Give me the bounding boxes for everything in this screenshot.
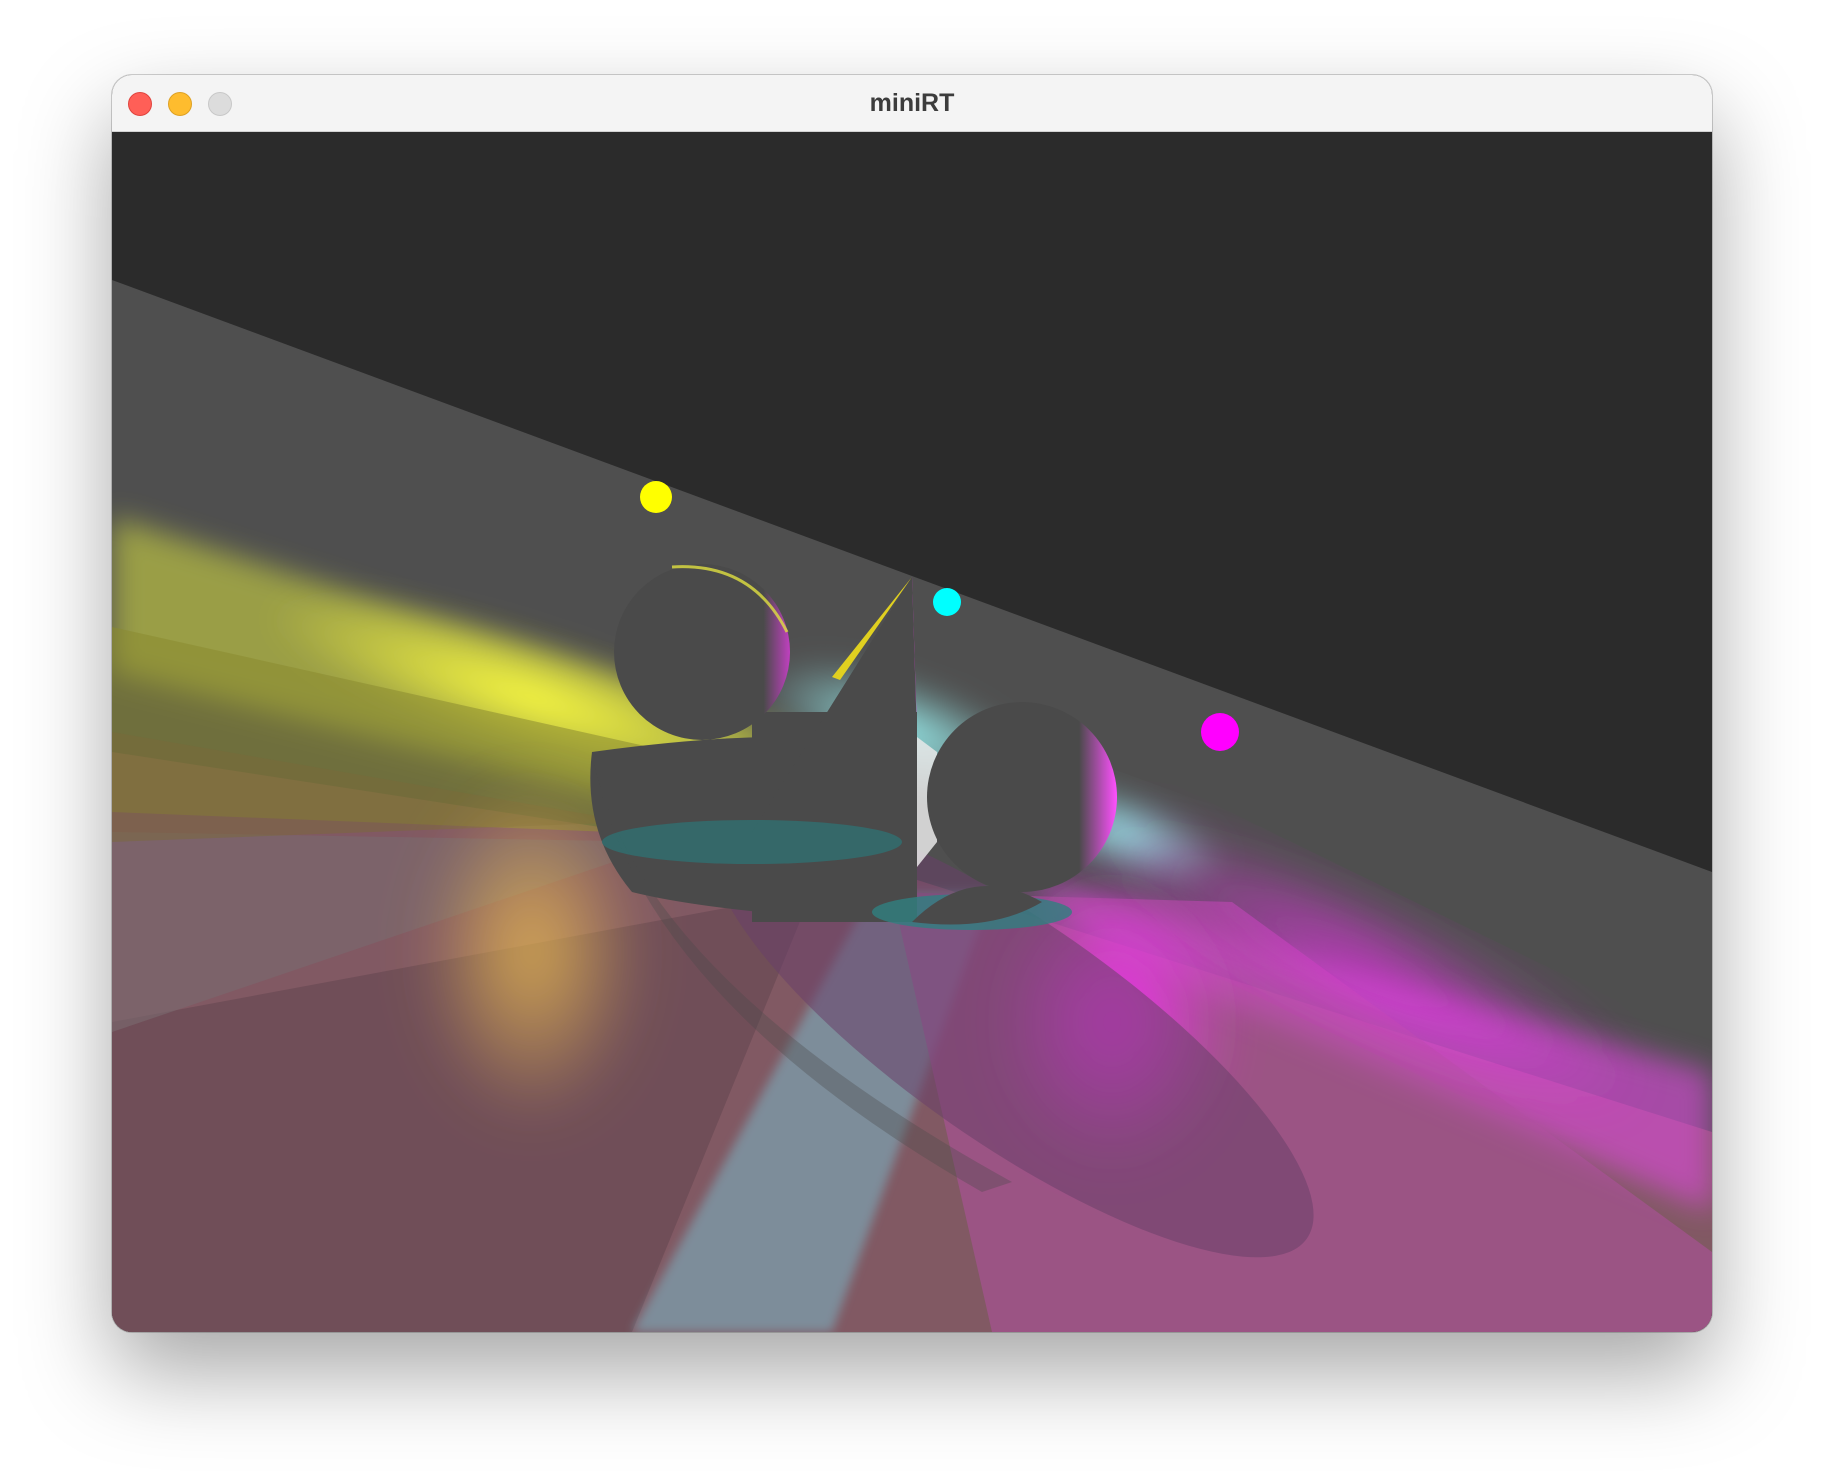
magenta-light — [1201, 713, 1239, 751]
sphere-left — [614, 564, 790, 740]
window-title: miniRT — [869, 89, 955, 117]
render-canvas — [112, 132, 1712, 1332]
title-bar[interactable]: miniRT — [112, 75, 1712, 132]
teal-shadow-left — [602, 820, 902, 864]
desktop: miniRT — [0, 0, 1824, 1480]
cyan-light — [933, 588, 961, 616]
yellow-light — [640, 481, 672, 513]
sphere-right — [927, 702, 1117, 892]
app-window[interactable]: miniRT — [112, 75, 1712, 1332]
